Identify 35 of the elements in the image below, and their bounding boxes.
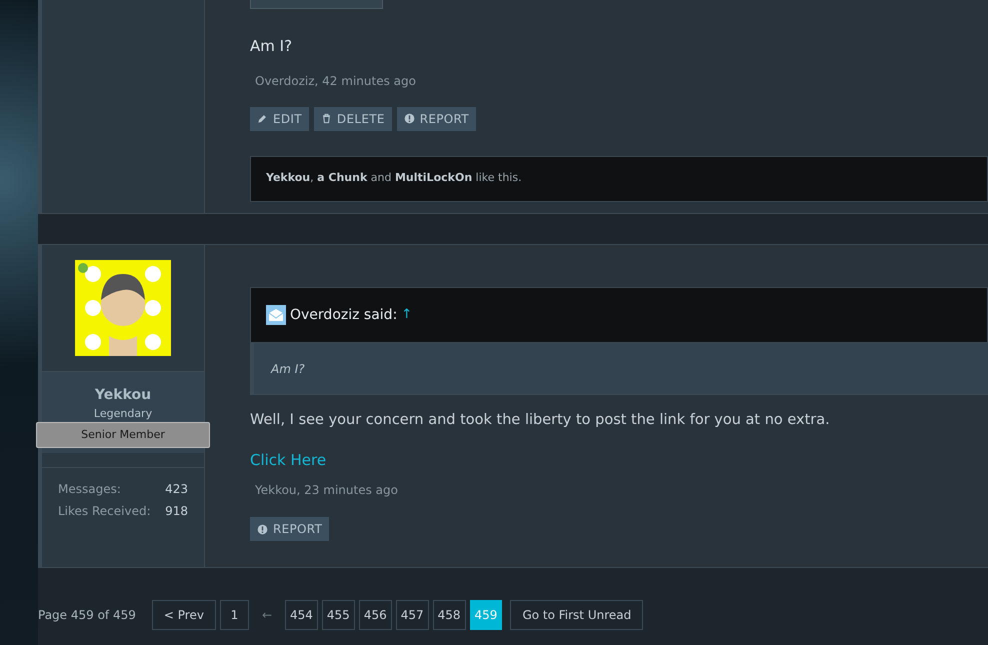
stat-label: Likes Received: <box>58 502 151 520</box>
post-text: Am I? <box>250 36 294 57</box>
page-nav-button[interactable]: Go to First Unread <box>510 600 644 630</box>
alert-icon <box>257 524 268 535</box>
report-button[interactable]: REPORT <box>250 517 330 542</box>
page-link[interactable]: 456 <box>358 600 392 630</box>
page-gap: ← <box>260 607 273 624</box>
page-link[interactable]: 455 <box>322 600 355 630</box>
user-title: Legendary <box>94 406 152 422</box>
page-link[interactable]: 458 <box>432 600 466 630</box>
page-nav-button[interactable]: < Prev <box>152 600 216 630</box>
user-banner: Senior Member <box>36 422 210 448</box>
user-name[interactable]: Yekkou <box>94 385 152 406</box>
post-meta: Overdoziz, 42 minutes ago <box>255 72 417 90</box>
post-link[interactable]: Click Here <box>250 448 326 472</box>
quote-link[interactable]: ↑ <box>401 305 412 325</box>
envelope-icon <box>266 305 286 325</box>
trash-icon <box>320 113 332 124</box>
report-button[interactable]: REPORT <box>396 106 476 130</box>
quote-text: Am I? <box>271 360 305 378</box>
delete-button[interactable]: DELETE <box>314 106 392 130</box>
page-link[interactable]: 457 <box>396 600 429 630</box>
quote-author: Overdoziz said: <box>290 306 398 324</box>
stat-label: Messages: <box>58 480 121 498</box>
pencil-icon <box>257 113 268 124</box>
alert-icon <box>404 113 415 124</box>
edit-button[interactable]: EDIT <box>250 106 309 130</box>
post-meta: Yekkou, 23 minutes ago <box>255 482 399 500</box>
page-link[interactable]: 1 <box>220 600 249 630</box>
stat-value: 918 <box>165 502 188 520</box>
page-link[interactable]: 454 <box>285 600 318 630</box>
post-text: Well, I see your concern and took the liberty to post the link for you at no extra. <box>250 411 831 430</box>
likes-text: Yekkou, a Chunk and MultiLockOn like this. <box>266 170 522 186</box>
page-label: Page 459 of 459 <box>38 607 136 624</box>
stat-value: 423 <box>165 480 188 498</box>
